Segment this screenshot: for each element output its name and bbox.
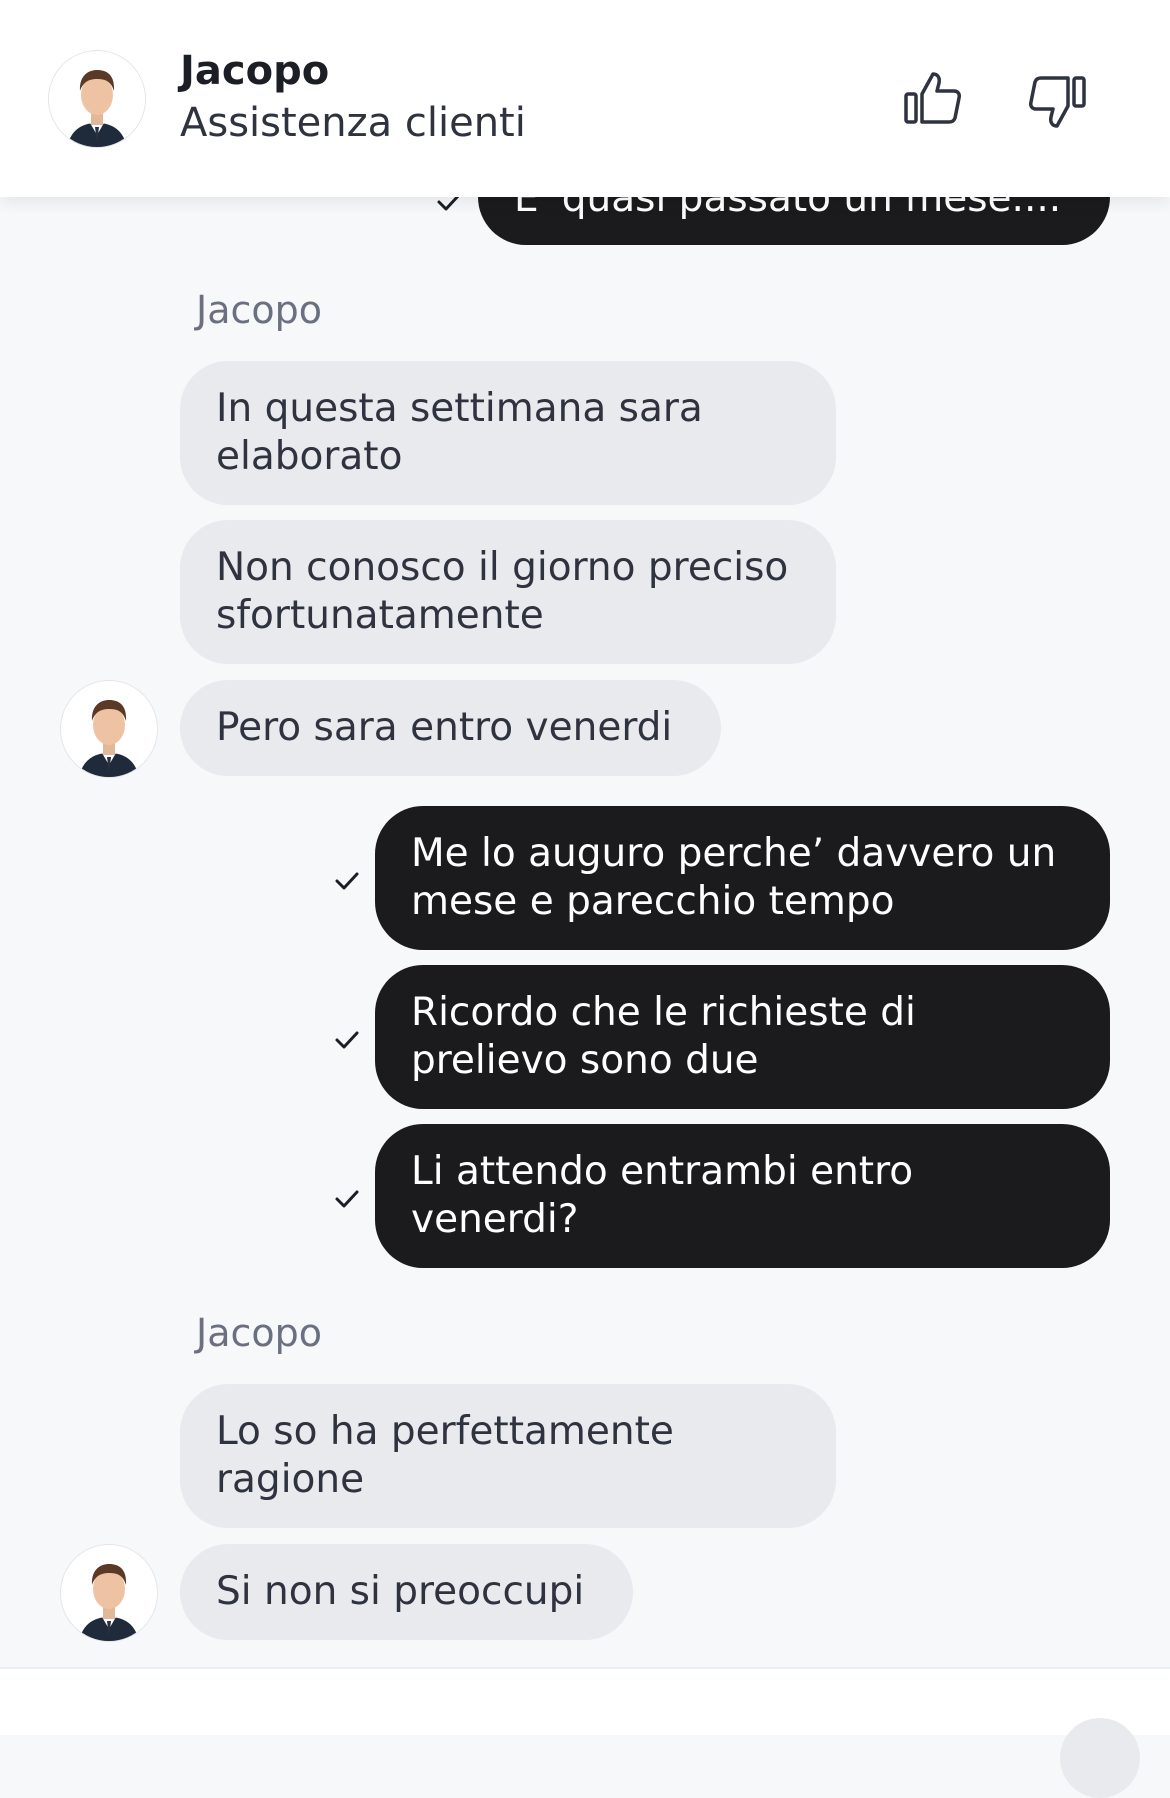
sent-check-icon <box>334 868 360 894</box>
message-text: Pero sara entro venerdi <box>216 705 673 750</box>
message-text: Si non si preoccupi <box>216 1569 585 1614</box>
thumbs-down-icon[interactable] <box>1026 70 1090 134</box>
chat-header: Jacopo Assistenza clienti <box>0 0 1170 197</box>
message-text: Me lo auguro perche’ davvero un mese e p… <box>411 831 1057 924</box>
scroll-button[interactable] <box>1060 1718 1140 1798</box>
agent-avatar <box>48 50 146 148</box>
chat-footer <box>0 1669 1170 1735</box>
message-text: In questa settimana sara elaborato <box>216 386 703 479</box>
chat-thread: E' quasi passato un mese.... Jacopo In q… <box>0 0 1170 1735</box>
incoming-message[interactable]: Lo so ha perfettamente ragione <box>180 1384 836 1528</box>
outgoing-message[interactable]: Li attendo entrambi entro venerdi? <box>375 1124 1110 1268</box>
outgoing-message[interactable]: Me lo auguro perche’ davvero un mese e p… <box>375 806 1110 950</box>
message-text: Non conosco il giorno preciso sfortunata… <box>216 545 789 638</box>
outgoing-message[interactable]: Ricordo che le richieste di prelievo son… <box>375 965 1110 1109</box>
thumbs-up-icon[interactable] <box>900 66 964 130</box>
incoming-message[interactable]: Pero sara entro venerdi <box>180 680 721 776</box>
sender-name: Jacopo <box>196 288 323 332</box>
agent-role: Assistenza clienti <box>180 100 526 146</box>
sender-name: Jacopo <box>196 1311 323 1355</box>
agent-avatar <box>60 1544 158 1642</box>
sent-check-icon <box>334 1186 360 1212</box>
agent-avatar <box>60 680 158 778</box>
message-text: Li attendo entrambi entro venerdi? <box>411 1149 914 1242</box>
incoming-message[interactable]: Non conosco il giorno preciso sfortunata… <box>180 520 836 664</box>
message-text: Ricordo che le richieste di prelievo son… <box>411 990 916 1083</box>
incoming-message[interactable]: Si non si preoccupi <box>180 1544 633 1640</box>
incoming-message[interactable]: In questa settimana sara elaborato <box>180 361 836 505</box>
agent-name: Jacopo <box>180 48 330 94</box>
message-text: Lo so ha perfettamente ragione <box>216 1409 674 1502</box>
sent-check-icon <box>334 1027 360 1053</box>
